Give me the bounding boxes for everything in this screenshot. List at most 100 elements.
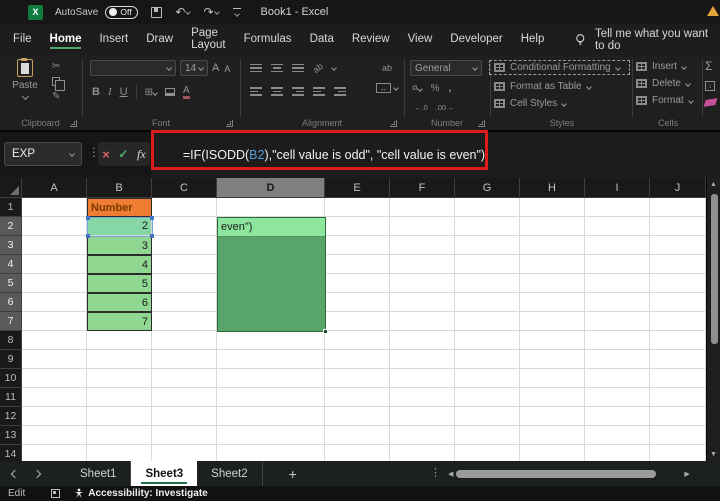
save-button[interactable] <box>151 6 163 18</box>
cell-E8[interactable] <box>325 331 390 350</box>
cell-F4[interactable] <box>390 255 455 274</box>
delete-cells-button[interactable]: Delete <box>636 78 700 89</box>
font-color-button[interactable]: A <box>182 85 190 99</box>
align-top-button[interactable] <box>250 63 262 73</box>
fill-handle[interactable] <box>323 329 328 334</box>
cell-B12[interactable] <box>87 407 152 426</box>
cell-C7[interactable] <box>152 312 217 331</box>
cell-E13[interactable] <box>325 426 390 445</box>
select-all-corner[interactable] <box>0 178 22 198</box>
autosum-button[interactable]: Σ <box>705 59 712 73</box>
cell-A10[interactable] <box>22 369 87 388</box>
number-dialog-launcher[interactable] <box>478 120 485 127</box>
cell-I3[interactable] <box>585 236 650 255</box>
row-header-1[interactable]: 1 <box>0 198 22 217</box>
format-cells-button[interactable]: Format <box>636 95 700 106</box>
borders-button[interactable]: ⊞ <box>145 87 158 98</box>
column-header-G[interactable]: G <box>455 178 520 198</box>
cell-F12[interactable] <box>390 407 455 426</box>
horizontal-scrollbar-thumb[interactable] <box>456 470 657 478</box>
cell-G4[interactable] <box>455 255 520 274</box>
column-header-J[interactable]: J <box>650 178 706 198</box>
insert-cells-button[interactable]: Insert <box>636 61 700 72</box>
column-header-I[interactable]: I <box>585 178 650 198</box>
cell-B14[interactable] <box>87 445 152 461</box>
cell-I9[interactable] <box>585 350 650 369</box>
cell-A4[interactable] <box>22 255 87 274</box>
cell-G6[interactable] <box>455 293 520 312</box>
cell-I8[interactable] <box>585 331 650 350</box>
cell-F6[interactable] <box>390 293 455 312</box>
italic-button[interactable]: I <box>108 86 112 98</box>
cell-I7[interactable] <box>585 312 650 331</box>
cell-C6[interactable] <box>152 293 217 312</box>
cell-J6[interactable] <box>650 293 706 312</box>
cell-A7[interactable] <box>22 312 87 331</box>
selected-range-body[interactable] <box>218 237 325 331</box>
clipboard-dialog-launcher[interactable] <box>70 120 77 127</box>
row-header-8[interactable]: 8 <box>0 331 22 350</box>
column-header-B[interactable]: B <box>87 178 152 198</box>
cell-J8[interactable] <box>650 331 706 350</box>
cell-J10[interactable] <box>650 369 706 388</box>
clear-button[interactable] <box>703 98 718 107</box>
cell-J14[interactable] <box>650 445 706 461</box>
cell-B2[interactable]: 2 <box>87 217 152 236</box>
cell-J5[interactable] <box>650 274 706 293</box>
cell-F11[interactable] <box>390 388 455 407</box>
cell-I11[interactable] <box>585 388 650 407</box>
decrease-decimal-button[interactable]: .00→ <box>436 103 454 112</box>
cell-D12[interactable] <box>217 407 325 426</box>
menu-tab-view[interactable]: View <box>399 27 442 52</box>
cell-C2[interactable] <box>152 217 217 236</box>
cell-A1[interactable] <box>22 198 87 217</box>
scroll-right-icon[interactable]: ▶ <box>684 470 689 478</box>
cell-D13[interactable] <box>217 426 325 445</box>
cell-J11[interactable] <box>650 388 706 407</box>
cell-D11[interactable] <box>217 388 325 407</box>
horizontal-scrollbar[interactable]: ◀ ▶ <box>448 469 716 479</box>
cell-J13[interactable] <box>650 426 706 445</box>
cell-D8[interactable] <box>217 331 325 350</box>
tab-bar-menu-icon[interactable]: ⋮ <box>430 466 441 479</box>
cell-A2[interactable] <box>22 217 87 236</box>
cell-J9[interactable] <box>650 350 706 369</box>
column-header-H[interactable]: H <box>520 178 585 198</box>
cell-D10[interactable] <box>217 369 325 388</box>
font-name-combo[interactable] <box>90 60 176 76</box>
cell-A13[interactable] <box>22 426 87 445</box>
menu-tab-help[interactable]: Help <box>512 27 554 52</box>
paste-button[interactable]: Paste <box>8 58 42 102</box>
cell-E5[interactable] <box>325 274 390 293</box>
cell-B11[interactable] <box>87 388 152 407</box>
cell-D9[interactable] <box>217 350 325 369</box>
cell-I10[interactable] <box>585 369 650 388</box>
cell-H4[interactable] <box>520 255 585 274</box>
menu-tab-developer[interactable]: Developer <box>441 27 511 52</box>
cell-F8[interactable] <box>390 331 455 350</box>
scroll-left-icon[interactable]: ◀ <box>448 470 453 478</box>
column-header-E[interactable]: E <box>325 178 390 198</box>
cell-A14[interactable] <box>22 445 87 461</box>
cell-B8[interactable] <box>87 331 152 350</box>
next-sheet-icon[interactable] <box>32 469 42 478</box>
cell-E14[interactable] <box>325 445 390 461</box>
cancel-button[interactable]: × <box>102 147 110 162</box>
cell-J4[interactable] <box>650 255 706 274</box>
cell-B3[interactable]: 3 <box>87 236 152 255</box>
format-painter-button[interactable]: ✎ <box>52 91 60 102</box>
menu-tab-insert[interactable]: Insert <box>90 27 137 52</box>
cell-C1[interactable] <box>152 198 217 217</box>
font-dialog-launcher[interactable] <box>226 120 233 127</box>
fill-button[interactable]: ↓ <box>705 81 715 91</box>
cell-B9[interactable] <box>87 350 152 369</box>
cell-G13[interactable] <box>455 426 520 445</box>
column-header-C[interactable]: C <box>152 178 217 198</box>
cell-G9[interactable] <box>455 350 520 369</box>
cell-A9[interactable] <box>22 350 87 369</box>
cell-J12[interactable] <box>650 407 706 426</box>
cell-A6[interactable] <box>22 293 87 312</box>
row-header-10[interactable]: 10 <box>0 369 22 388</box>
cell-E7[interactable] <box>325 312 390 331</box>
menu-tab-home[interactable]: Home <box>41 27 91 52</box>
